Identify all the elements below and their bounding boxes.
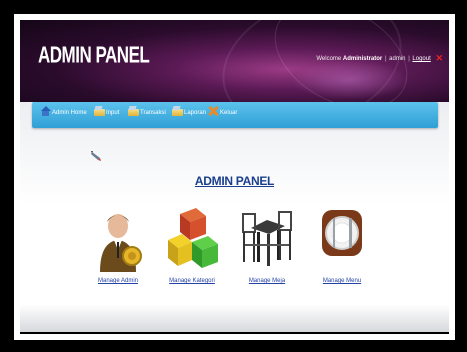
tile-label[interactable]: Manage Meja bbox=[232, 278, 302, 284]
house-icon bbox=[40, 106, 51, 116]
nav-item-laporan[interactable]: Laporan bbox=[172, 106, 206, 116]
close-icon bbox=[208, 106, 219, 116]
pencil-icon bbox=[91, 151, 101, 161]
plate-cutlery-icon[interactable] bbox=[312, 206, 372, 272]
logout-link[interactable]: Logout bbox=[412, 56, 430, 62]
welcome-prefix: Welcome bbox=[316, 56, 342, 62]
tile-manage-meja[interactable]: Manage Meja bbox=[232, 206, 302, 284]
nav-item-label: Admin Home bbox=[52, 110, 87, 116]
separator: | bbox=[408, 56, 410, 62]
nav-bar: Admin Home Input Transaksi Laporan Kelua… bbox=[32, 102, 438, 128]
app-window: ADMIN PANEL Welcome Administrator | admi… bbox=[20, 20, 449, 334]
separator: | bbox=[384, 56, 387, 62]
category-boxes-icon[interactable] bbox=[162, 206, 222, 272]
logout-close-icon[interactable]: ✕ bbox=[435, 53, 443, 63]
nav-item-label: Input bbox=[106, 110, 120, 116]
user-name: Administrator bbox=[342, 56, 383, 62]
header-glow bbox=[290, 60, 410, 100]
screenshot-frame: ADMIN PANEL Welcome Administrator | admi… bbox=[14, 14, 455, 340]
tile-manage-menu[interactable]: Manage Menu bbox=[307, 206, 377, 284]
tile-manage-admin[interactable]: Manage Admin bbox=[83, 206, 153, 284]
bottom-edge bbox=[20, 332, 449, 334]
tile-manage-kategori[interactable]: Manage Kategori bbox=[157, 206, 227, 284]
nav-item-transaksi[interactable]: Transaksi bbox=[128, 106, 166, 116]
nav-item-keluar[interactable]: Keluar bbox=[208, 106, 237, 116]
folder-icon bbox=[172, 106, 183, 116]
table-chairs-icon[interactable] bbox=[237, 206, 297, 272]
username: admin bbox=[389, 56, 406, 62]
welcome-text: Welcome Administrator | admin | Logout ✕ bbox=[316, 53, 443, 64]
nav-item-input[interactable]: Input bbox=[94, 106, 119, 116]
nav-item-label: Transaksi bbox=[140, 110, 166, 116]
folder-icon bbox=[94, 106, 105, 116]
main-content: Admin Home Input Transaksi Laporan Kelua… bbox=[20, 102, 449, 332]
tile-label[interactable]: Manage Admin bbox=[83, 278, 153, 284]
folder-icon bbox=[128, 106, 139, 116]
page-title: ADMIN PANEL bbox=[194, 174, 275, 188]
header: ADMIN PANEL Welcome Administrator | admi… bbox=[20, 20, 449, 102]
tile-label[interactable]: Manage Kategori bbox=[157, 278, 227, 284]
tile-label[interactable]: Manage Menu bbox=[307, 278, 377, 284]
brand-title: ADMIN PANEL bbox=[38, 42, 150, 68]
nav-item-label: Keluar bbox=[220, 110, 238, 116]
admin-person-icon[interactable] bbox=[88, 206, 148, 272]
nav-item-admin-home[interactable]: Admin Home bbox=[40, 106, 87, 116]
nav-item-label: Laporan bbox=[184, 110, 207, 116]
